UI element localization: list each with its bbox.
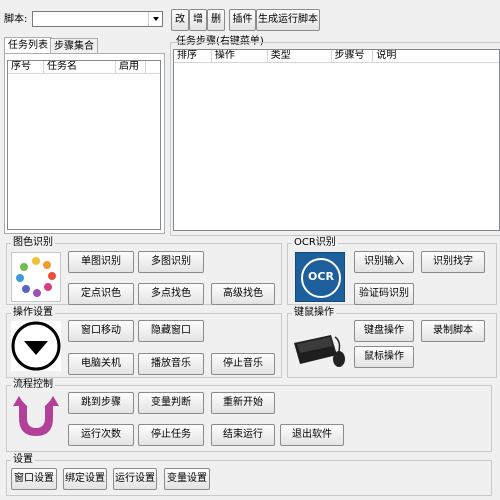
record-script-button[interactable]: 录制脚本	[421, 320, 485, 342]
stop-task-button[interactable]: 停止任务	[138, 424, 204, 446]
tab-task-list[interactable]: 任务列表	[4, 37, 52, 54]
restart-button[interactable]: 重新开始	[211, 392, 275, 414]
task-steps-view[interactable]: 排序 操作 类型 步骤号 说明	[173, 49, 500, 231]
advanced-color-button[interactable]: 高级找色	[211, 283, 275, 305]
color-recognition-title: 图色识别	[11, 237, 55, 249]
stop-music-button[interactable]: 停止音乐	[211, 353, 275, 375]
run-count-button[interactable]: 运行次数	[68, 424, 134, 446]
column-header-operation[interactable]: 操作	[212, 50, 268, 62]
single-image-recognition-button[interactable]: 单图识别	[68, 251, 134, 273]
exit-software-button[interactable]: 退出软件	[280, 424, 344, 446]
column-header-step-no[interactable]: 步骤号	[332, 50, 374, 62]
mouse-operation-button[interactable]: 鼠标操作	[354, 346, 414, 368]
task-list-view[interactable]: 序号 任务名 启用	[7, 60, 161, 230]
run-settings-button[interactable]: 运行设置	[113, 468, 157, 490]
settings-title: 设置	[11, 454, 35, 466]
script-select[interactable]	[32, 11, 163, 27]
keyboard-mouse-title: 键鼠操作	[292, 307, 336, 319]
ocr-find-text-button[interactable]: 识别找字	[421, 251, 485, 273]
tab-step-set[interactable]: 步骤集合	[50, 38, 98, 54]
generate-script-button[interactable]: 生成运行脚本	[256, 9, 320, 31]
multi-point-color-button[interactable]: 多点找色	[138, 283, 204, 305]
add-script-button[interactable]: 增	[189, 9, 207, 31]
flow-control-title: 流程控制	[11, 379, 55, 391]
operation-settings-title: 操作设置	[11, 307, 55, 319]
color-palette-icon	[11, 252, 61, 302]
plugin-button[interactable]: 插件	[229, 9, 256, 31]
ocr-title: OCR识别	[292, 237, 338, 249]
ocr-icon-text: OCR	[308, 270, 334, 283]
window-settings-button[interactable]: 窗口设置	[11, 468, 57, 490]
script-label: 脚本:	[4, 14, 28, 25]
variable-judge-button[interactable]: 变量判断	[138, 392, 204, 414]
column-header-order[interactable]: 排序	[174, 50, 212, 62]
task-steps-header: 排序 操作 类型 步骤号 说明	[174, 50, 499, 63]
bind-settings-button[interactable]: 绑定设置	[63, 468, 107, 490]
delete-script-button[interactable]: 删	[207, 9, 225, 31]
task-list-header: 序号 任务名 启用	[8, 61, 160, 74]
window-move-button[interactable]: 窗口移动	[68, 320, 134, 342]
hide-window-button[interactable]: 隐藏窗口	[138, 320, 204, 342]
keyboard-operation-button[interactable]: 键盘操作	[354, 320, 414, 342]
column-header-description[interactable]: 说明	[373, 50, 499, 62]
column-header-task-name[interactable]: 任务名	[44, 61, 116, 73]
refresh-arrows-icon	[11, 392, 61, 442]
keyboard-mouse-icon	[291, 321, 347, 371]
ocr-input-button[interactable]: 识别输入	[354, 251, 414, 273]
multi-image-recognition-button[interactable]: 多图识别	[138, 251, 204, 273]
variable-settings-button[interactable]: 变量设置	[164, 468, 210, 490]
chevron-down-icon[interactable]	[148, 12, 162, 26]
play-music-button[interactable]: 播放音乐	[138, 353, 204, 375]
end-run-button[interactable]: 结束运行	[211, 424, 275, 446]
column-header-enabled[interactable]: 启用	[116, 61, 146, 73]
ocr-icon: OCR	[295, 252, 345, 302]
shutdown-button[interactable]: 电脑关机	[68, 353, 134, 375]
captcha-recognition-button[interactable]: 验证码识别	[354, 283, 414, 305]
dropdown-arrow-icon	[11, 321, 61, 371]
jump-to-step-button[interactable]: 跳到步骤	[68, 392, 134, 414]
column-header-type[interactable]: 类型	[268, 50, 332, 62]
edit-script-button[interactable]: 改	[171, 9, 189, 31]
point-color-button[interactable]: 定点识色	[68, 283, 134, 305]
column-header-index[interactable]: 序号	[8, 61, 44, 73]
